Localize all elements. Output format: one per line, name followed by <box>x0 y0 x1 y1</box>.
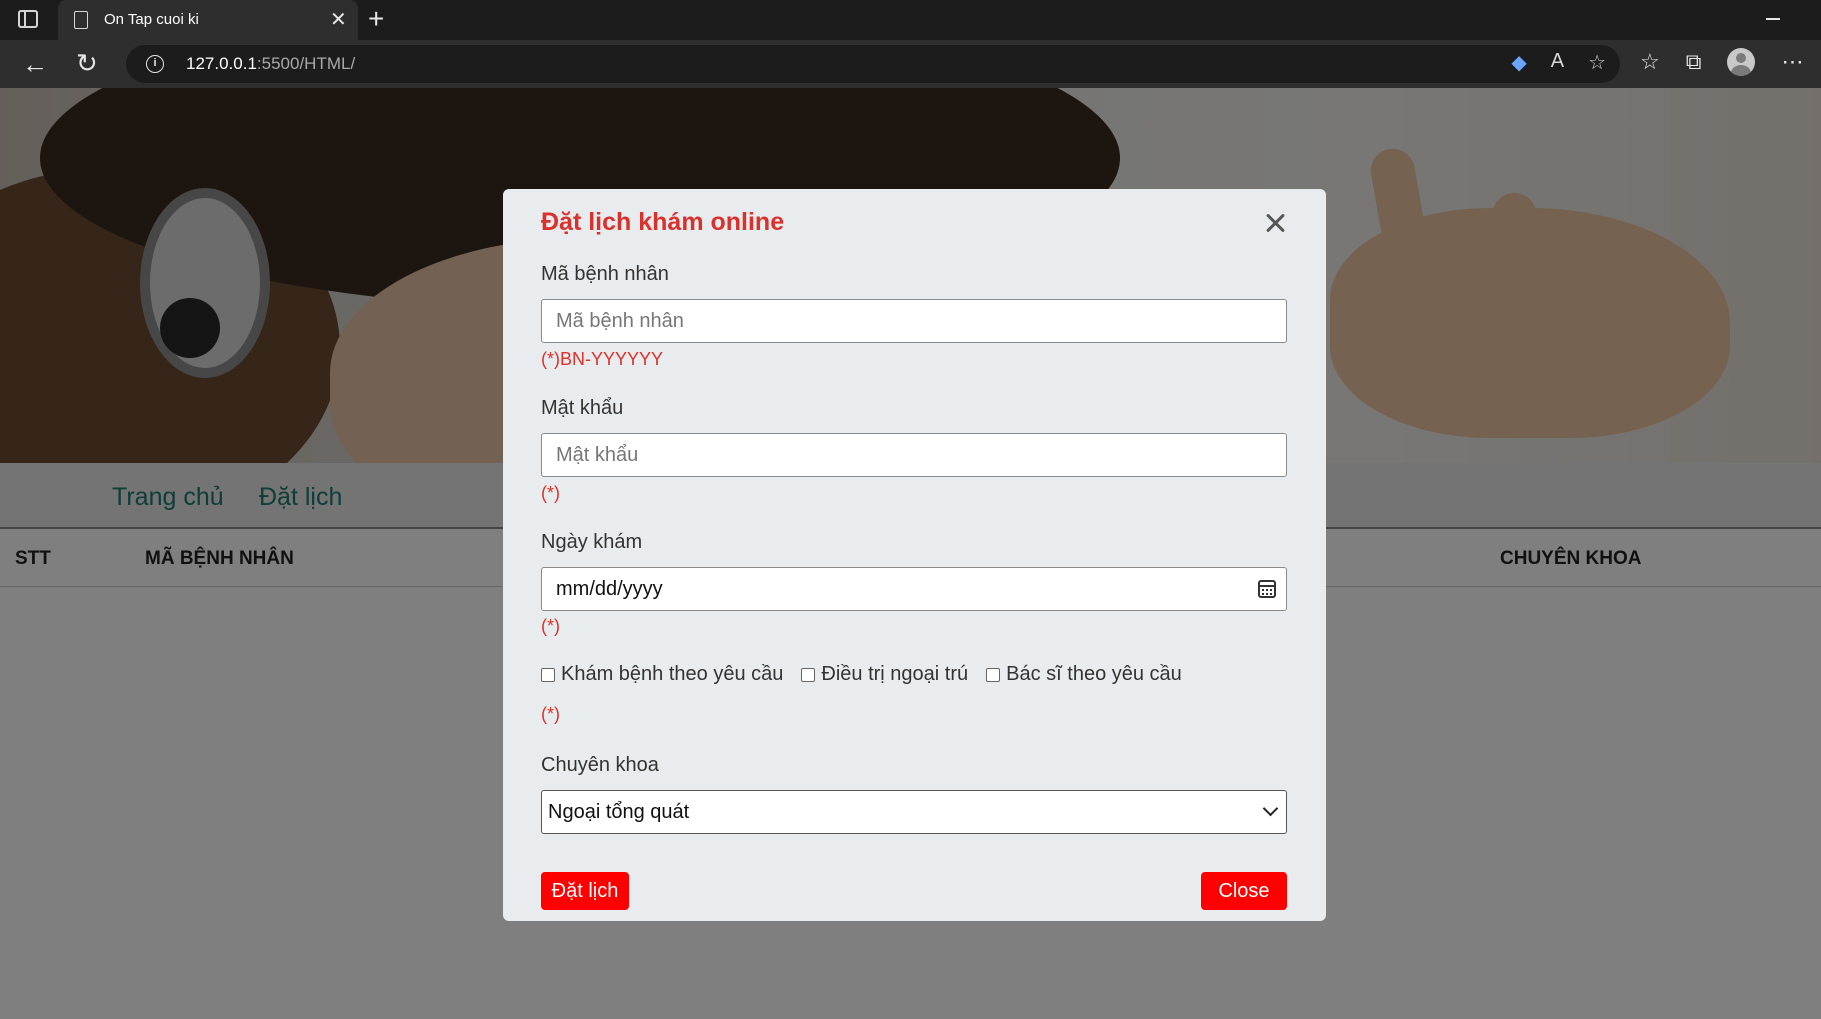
close-icon[interactable] <box>1263 211 1289 237</box>
department-label: Chuyên khoa <box>541 754 659 776</box>
shopping-tag-icon[interactable]: ◆ <box>1511 50 1526 75</box>
patient-id-label: Mã bệnh nhân <box>541 263 669 285</box>
book-appointment-button[interactable]: Đặt lịch <box>541 872 629 910</box>
date-hint: (*) <box>541 616 560 636</box>
date-input[interactable]: mm/dd/yyyy <box>541 567 1287 611</box>
back-arrow-icon[interactable]: ← <box>22 49 48 80</box>
collections-icon[interactable]: ⧉ <box>1686 49 1702 75</box>
patient-id-input[interactable] <box>541 299 1287 343</box>
url-host: 127.0.0.1 <box>186 54 257 73</box>
modal-title: Đặt lịch khám online <box>541 208 785 236</box>
checkbox-label: Khám bệnh theo yêu cầu <box>561 663 784 685</box>
omnibox-icons: ◆ A ☆ <box>1511 50 1606 75</box>
service-option-outpatient[interactable]: Điều trị ngoại trú <box>801 663 968 686</box>
password-input[interactable] <box>541 433 1287 477</box>
favorites-icon[interactable]: ☆ <box>1640 49 1660 75</box>
url-text[interactable]: 127.0.0.1:5500/HTML/ <box>186 54 355 74</box>
checkbox[interactable] <box>986 667 1001 682</box>
checkbox-label: Điều trị ngoại trú <box>821 663 969 685</box>
date-label: Ngày khám <box>541 531 643 553</box>
service-option-doctor-request[interactable]: Bác sĩ theo yêu cầu <box>986 663 1182 686</box>
patient-id-hint: (*)BN-YYYYYY <box>541 349 664 369</box>
read-aloud-icon[interactable]: A <box>1551 50 1564 75</box>
browser-tab[interactable]: On Tap cuoi ki ✕ <box>58 0 358 40</box>
page-icon <box>74 11 88 29</box>
minimize-window-icon[interactable] <box>1766 18 1780 20</box>
tab-close-icon[interactable]: ✕ <box>330 7 347 32</box>
site-info-icon[interactable]: i <box>146 55 164 73</box>
service-checkbox-group: Khám bệnh theo yêu cầu Điều trị ngoại tr… <box>541 663 1200 686</box>
checkbox[interactable] <box>541 667 555 682</box>
tab-actions-icon[interactable] <box>18 10 38 28</box>
reload-icon[interactable]: ↻ <box>76 48 98 79</box>
close-button[interactable]: Close <box>1201 872 1287 910</box>
services-hint: (*) <box>541 704 560 724</box>
url-path: :5500/HTML/ <box>256 54 356 73</box>
department-select[interactable]: Ngoại tổng quát <box>541 790 1287 834</box>
add-favorite-icon[interactable]: ☆ <box>1588 50 1606 75</box>
booking-modal: Đặt lịch khám online Mã bệnh nhân (*)BN-… <box>503 189 1326 921</box>
password-hint: (*) <box>541 483 560 503</box>
department-selected-value: Ngoại tổng quát <box>548 801 690 823</box>
url-field[interactable]: i 127.0.0.1:5500/HTML/ ◆ A ☆ <box>126 45 1620 83</box>
tab-title: On Tap cuoi ki <box>104 11 199 28</box>
calendar-icon[interactable] <box>1258 580 1276 598</box>
service-option-on-request[interactable]: Khám bệnh theo yêu cầu <box>541 663 783 686</box>
address-bar: ← ↻ i 127.0.0.1:5500/HTML/ ◆ A ☆ ☆ ⧉ ⋯ <box>0 40 1821 88</box>
checkbox[interactable] <box>801 667 816 682</box>
checkbox-label: Bác sĩ theo yêu cầu <box>1006 663 1182 685</box>
chevron-down-icon <box>1262 800 1279 817</box>
profile-avatar-icon[interactable] <box>1727 48 1756 76</box>
password-label: Mật khẩu <box>541 397 624 419</box>
browser-toolbar: ☆ ⧉ ⋯ <box>1640 48 1803 76</box>
date-placeholder: mm/dd/yyyy <box>556 578 663 600</box>
more-menu-icon[interactable]: ⋯ <box>1781 49 1803 75</box>
new-tab-icon[interactable]: + <box>368 3 384 35</box>
browser-tab-bar: On Tap cuoi ki ✕ + <box>0 0 1821 40</box>
